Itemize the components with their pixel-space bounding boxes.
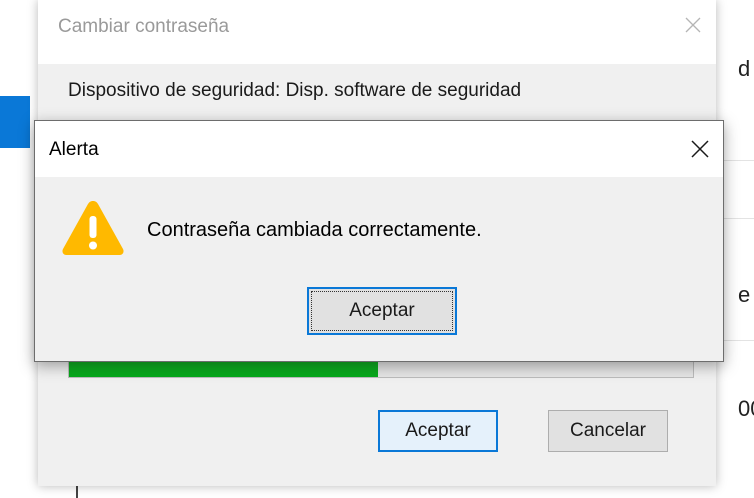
- alert-close-button[interactable]: [677, 121, 723, 177]
- close-icon: [685, 17, 701, 33]
- focus-indicator: [311, 291, 453, 331]
- background-text-fragment: 00: [738, 396, 754, 421]
- background-text-fragment: d: [738, 56, 751, 81]
- dialog-title: Cambiar contraseña: [58, 16, 230, 37]
- background-text-fragment: e: [738, 282, 751, 307]
- security-device-label: Dispositivo de seguridad: Disp. software…: [68, 80, 522, 101]
- dialog-close-button[interactable]: [670, 0, 716, 50]
- alert-message: Contraseña cambiada correctamente.: [147, 219, 482, 241]
- alert-title: Alerta: [49, 139, 99, 160]
- dialog-titlebar[interactable]: Cambiar contraseña: [38, 0, 716, 64]
- alert-dialog: Alerta Contraseña cambiada correctamente…: [34, 120, 724, 362]
- close-icon: [691, 140, 709, 158]
- warning-icon: [62, 201, 124, 255]
- alert-ok-button[interactable]: Aceptar: [307, 287, 457, 335]
- cancel-button[interactable]: Cancelar: [548, 410, 668, 452]
- ok-button[interactable]: Aceptar: [378, 410, 498, 452]
- selected-list-item[interactable]: [0, 96, 30, 148]
- alert-titlebar[interactable]: Alerta: [35, 121, 723, 177]
